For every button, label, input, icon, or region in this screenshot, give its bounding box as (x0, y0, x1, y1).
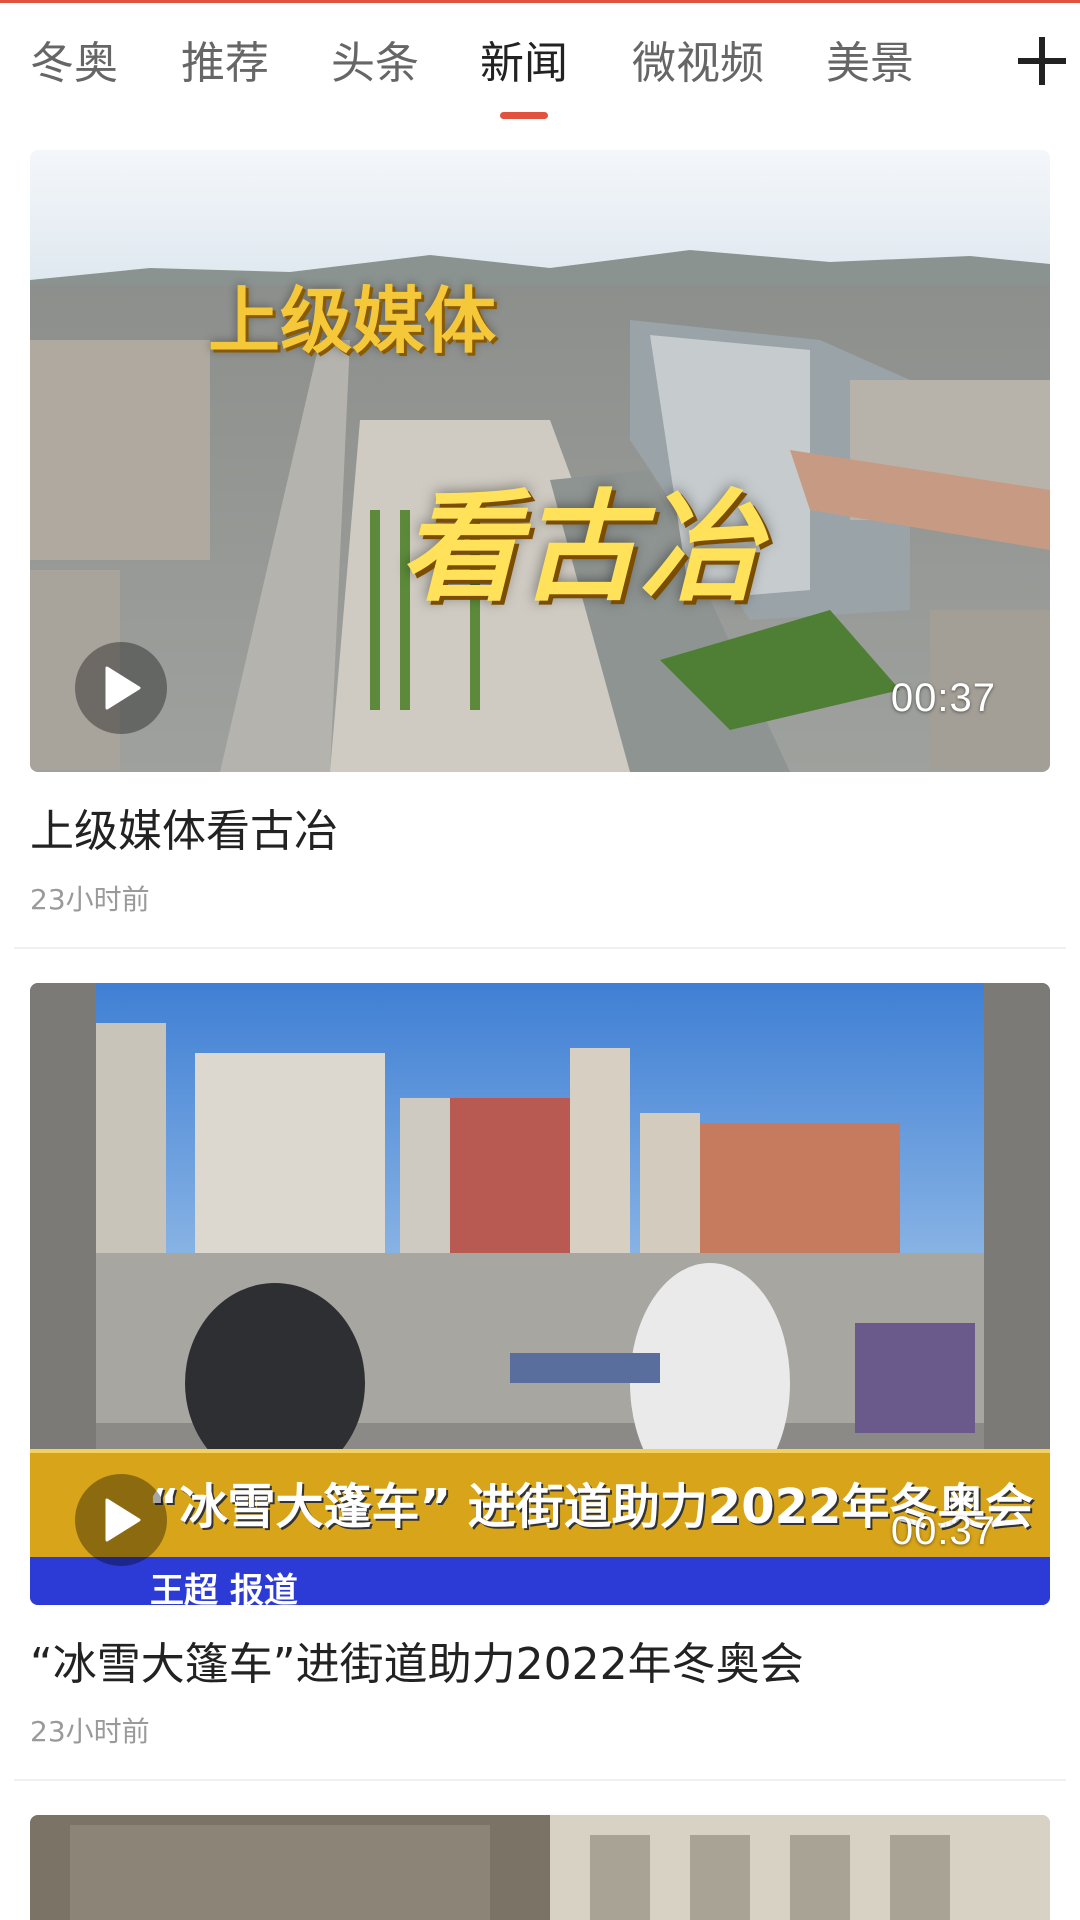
publish-time: 23小时前 (30, 1715, 150, 1748)
video-thumbnail[interactable] (30, 1815, 1050, 1920)
overlay-caption: 看古冶 (400, 477, 760, 618)
tab-headlines[interactable]: 头条 (331, 29, 419, 99)
reporter-credit: 王超 报道 (150, 1571, 298, 1605)
publish-time: 23小时前 (30, 883, 150, 916)
news-title[interactable]: “冰雪大篷车”进街道助力2022年冬奥会 (30, 1628, 804, 1692)
card-divider (14, 1779, 1066, 1781)
card-divider (14, 947, 1066, 949)
play-button[interactable] (75, 642, 167, 734)
active-tab-indicator (500, 112, 548, 119)
news-title[interactable]: 上级媒体看古冶 (30, 795, 338, 859)
tab-micro-video[interactable]: 微视频 (632, 29, 764, 99)
video-duration: 00:37 (890, 676, 996, 720)
tab-winter-olympics[interactable]: 冬奥 (30, 29, 118, 99)
video-thumbnail[interactable]: 上级媒体 看古冶 00:37 (30, 150, 1050, 772)
video-duration: 00:37 (890, 1509, 996, 1553)
play-button[interactable] (75, 1474, 167, 1566)
channel-tab-bar: 冬奥 推荐 头条 新闻 微视频 美景 (0, 3, 1080, 120)
video-thumbnail[interactable]: “冰雪大篷车” 进街道助力2022年冬奥会 王超 报道 00:37 (30, 983, 1050, 1605)
tab-scenery[interactable]: 美景 (826, 29, 914, 99)
tab-recommend[interactable]: 推荐 (181, 29, 269, 99)
play-icon (105, 666, 141, 710)
tab-news[interactable]: 新闻 (480, 29, 568, 99)
play-icon (105, 1498, 141, 1542)
overlay-caption: 上级媒体 (208, 279, 497, 363)
plus-icon[interactable] (1018, 37, 1066, 85)
building-image (30, 1815, 1050, 1920)
